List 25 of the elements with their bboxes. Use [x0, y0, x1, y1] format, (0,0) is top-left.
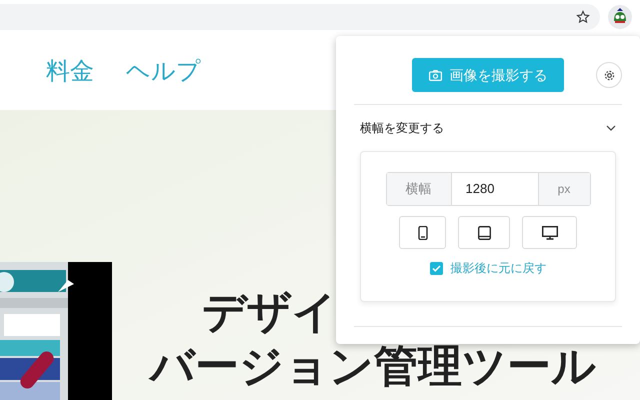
check-icon [432, 264, 440, 272]
camera-icon [428, 70, 442, 80]
monitor-icon [542, 226, 558, 240]
device-button[interactable] [458, 216, 510, 249]
tablet-icon [478, 226, 490, 240]
star-icon[interactable] [576, 10, 590, 24]
device-button[interactable] [522, 216, 577, 249]
field-label: 横幅 [386, 173, 452, 205]
phone-icon [418, 226, 428, 240]
nav-link[interactable]: ヘルプ [126, 54, 201, 90]
headline-text: デザイ [202, 287, 337, 339]
capture-button[interactable]: 画像を撮影する [412, 58, 564, 92]
headline-text: バージョン管理ツール [150, 341, 596, 393]
extension-icon[interactable] [608, 5, 632, 29]
device-button[interactable] [399, 216, 446, 249]
settings-button[interactable] [596, 62, 622, 88]
width-field[interactable]: 横幅 1280 px [386, 172, 590, 206]
settings-icon [604, 70, 614, 80]
unit-label: px [538, 173, 590, 205]
checkbox[interactable] [430, 262, 442, 274]
restore-checkbox[interactable]: 撮影後に元に戻す [430, 259, 546, 277]
nav-link[interactable]: 料金 [46, 54, 94, 90]
section-header[interactable]: 横幅を変更する [354, 105, 622, 151]
chevron-icon [606, 125, 616, 131]
field-value: 1280 [464, 180, 496, 198]
